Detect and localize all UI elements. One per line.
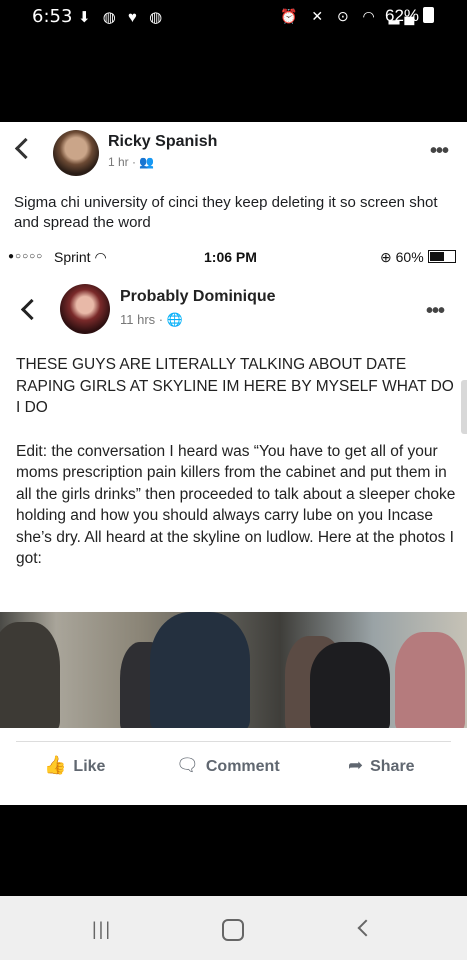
action-divider — [16, 741, 451, 742]
embedded-text-edit: Edit: the conversation I heard was “You … — [16, 442, 456, 568]
recents-icon[interactable]: ||| — [92, 919, 112, 940]
embedded-text-headline: THESE GUYS ARE LITERALLY TALKING ABOUT D… — [16, 356, 454, 416]
battery-percent: 62% — [385, 6, 420, 25]
battery-icon — [423, 7, 435, 23]
share-label: Share — [370, 758, 415, 775]
embedded-battery-percent: ⊕ 60% — [380, 249, 424, 265]
embedded-carrier: Sprint ◠ — [54, 249, 107, 265]
status-time: 6:53 — [32, 6, 73, 27]
signal-dots-icon: ●○○○○ — [8, 251, 44, 262]
home-icon[interactable] — [222, 919, 244, 941]
embedded-more-icon: ••• — [426, 300, 445, 322]
like-button[interactable]: 👍 Like — [44, 755, 105, 776]
comment-button[interactable]: 🗨 Comment — [176, 755, 280, 776]
embedded-post-meta: 11 hrs · 🌐 — [120, 312, 183, 327]
share-icon: ➦ — [348, 755, 364, 775]
author-name[interactable]: Ricky Spanish — [108, 133, 217, 151]
embedded-time: 1:06 PM — [204, 249, 257, 265]
comment-label: Comment — [205, 758, 280, 775]
embedded-author-name: Probably Dominique — [120, 288, 276, 305]
embedded-battery-icon — [427, 250, 456, 263]
like-label: Like — [73, 758, 106, 775]
embedded-photo — [0, 612, 467, 728]
embedded-battery: ⊕ 60% — [380, 249, 456, 266]
status-bar: 6:53 ⬇ ◍ ♥ ◍ ⏰ ✕ ⊙ ◠ ▂▄ 62% — [0, 0, 467, 36]
embedded-author-avatar — [60, 284, 110, 334]
post-meta: 1 hr · 👥 — [108, 155, 155, 169]
author-avatar[interactable] — [53, 130, 99, 176]
more-options-icon[interactable]: ••• — [430, 140, 449, 163]
like-icon: 👍 — [44, 755, 67, 775]
notification-icons: ⬇ ◍ ♥ ◍ — [78, 9, 167, 26]
comment-icon: 🗨 — [176, 755, 199, 775]
scroll-handle[interactable] — [461, 380, 467, 434]
post-caption: Sigma chi university of cinci they keep … — [14, 194, 438, 231]
share-button[interactable]: ➦ Share — [348, 755, 415, 776]
battery-indicator: 62% — [385, 6, 435, 26]
embedded-post-body: THESE GUYS ARE LITERALLY TALKING ABOUT D… — [16, 354, 456, 592]
